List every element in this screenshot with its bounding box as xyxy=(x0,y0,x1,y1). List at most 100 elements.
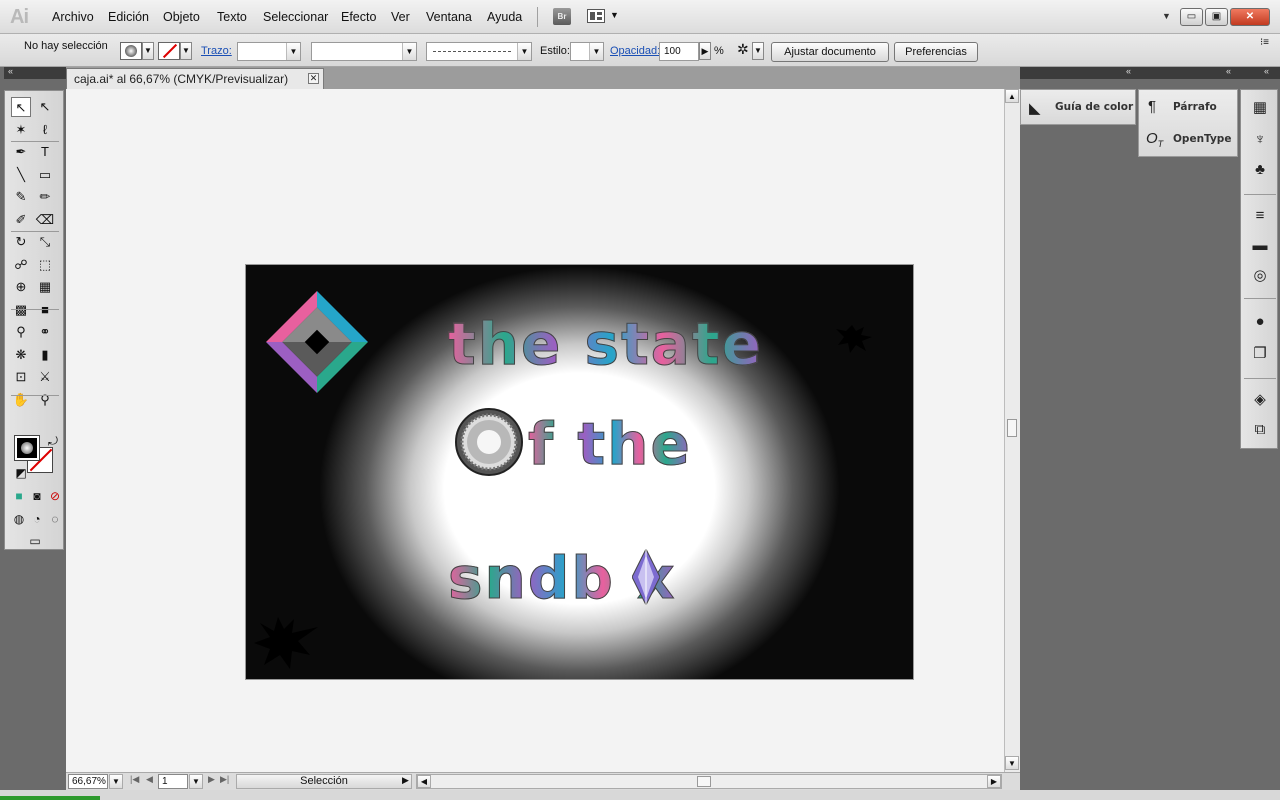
document-tab[interactable]: caja.ai* al 66,67% (CMYK/Previsualizar) … xyxy=(66,68,324,89)
chevron-down-icon[interactable]: ▼ xyxy=(610,10,619,20)
collapse-icon[interactable]: « xyxy=(8,66,13,76)
column-graph-tool-icon[interactable]: ▮ xyxy=(35,345,55,365)
appearance-panel-icon[interactable]: ● xyxy=(1250,312,1270,332)
selection-tool-icon[interactable]: ↖ xyxy=(11,97,31,117)
free-transform-tool-icon[interactable]: ⬚ xyxy=(35,255,55,275)
menu-ver[interactable]: Ver xyxy=(391,10,410,24)
page-dropdown-icon[interactable]: ▼ xyxy=(189,774,203,789)
pencil-tool-icon[interactable]: ✏ xyxy=(35,187,55,207)
status-text-menu[interactable]: Selección xyxy=(236,774,412,789)
menu-ayuda[interactable]: Ayuda xyxy=(487,10,522,24)
panel-menu-icon[interactable]: ⁝≡ xyxy=(1260,37,1269,48)
pen-tool-icon[interactable]: ✒ xyxy=(11,142,31,162)
close-icon[interactable]: ✕ xyxy=(308,73,319,84)
artboards-panel-icon[interactable]: ⧉ xyxy=(1250,420,1270,440)
chevron-down-icon[interactable]: ▼ xyxy=(286,43,300,60)
none-mode-icon[interactable]: ⊘ xyxy=(47,486,63,506)
gradient-panel-icon[interactable]: ▬ xyxy=(1250,236,1270,256)
fill-swatch-control[interactable] xyxy=(120,42,142,60)
right-dock-header[interactable]: « « « xyxy=(1020,66,1280,79)
menu-objeto[interactable]: Objeto xyxy=(163,10,200,24)
collapse-icon[interactable]: « xyxy=(1226,66,1231,76)
symbol-sprayer-tool-icon[interactable]: ❋ xyxy=(11,345,31,365)
opacity-arrow-icon[interactable]: ▶ xyxy=(699,42,711,60)
line-tool-icon[interactable]: ╲ xyxy=(11,165,31,185)
scale-tool-icon[interactable]: ⤡ xyxy=(35,232,55,252)
color-guide-panel-tab[interactable]: ◣ Guía de color xyxy=(1020,89,1136,125)
vertical-scroll-thumb[interactable] xyxy=(1007,419,1017,437)
default-colors-icon[interactable]: ◩ xyxy=(13,463,29,483)
arrange-documents-icon[interactable] xyxy=(587,9,605,23)
graphic-style-combo[interactable]: ▼ xyxy=(570,42,604,61)
paintbrush-tool-icon[interactable]: ✎ xyxy=(11,187,31,207)
warp-tool-icon[interactable]: ☍ xyxy=(11,255,31,275)
stroke-panel-icon[interactable]: ≡ xyxy=(1250,206,1270,226)
slice-tool-icon[interactable]: ⚔ xyxy=(35,367,55,387)
brushes-panel-icon[interactable]: ♆ xyxy=(1250,130,1270,150)
hand-tool-icon[interactable]: ✋ xyxy=(11,390,31,410)
direct-selection-tool-icon[interactable]: ↖ xyxy=(35,97,55,117)
chevron-down-icon[interactable]: ▼ xyxy=(517,43,531,60)
scroll-right-icon[interactable]: ▶ xyxy=(987,775,1001,788)
screen-mode-icon[interactable]: ▭ xyxy=(27,531,43,551)
last-page-icon[interactable]: ▶| xyxy=(220,774,229,785)
workspace-switcher-arrow-icon[interactable]: ▼ xyxy=(1162,11,1171,21)
eraser-tool-icon[interactable]: ⌫ xyxy=(35,210,55,230)
horizontal-scroll-thumb[interactable] xyxy=(697,776,711,787)
page-field[interactable]: 1 xyxy=(158,774,188,789)
first-page-icon[interactable]: |◀ xyxy=(130,774,139,785)
layers-panel-icon[interactable]: ◈ xyxy=(1250,390,1270,410)
collapse-icon[interactable]: « xyxy=(1264,66,1269,76)
scroll-left-icon[interactable]: ◀ xyxy=(417,775,431,788)
vertical-scrollbar[interactable]: ▲ ▼ xyxy=(1004,89,1020,772)
rectangle-tool-icon[interactable]: ▭ xyxy=(35,165,55,185)
zoom-field[interactable]: 66,67% xyxy=(68,774,108,789)
graphic-styles-panel-icon[interactable]: ❐ xyxy=(1250,344,1270,364)
bridge-button[interactable]: Br xyxy=(553,8,571,25)
perspective-grid-tool-icon[interactable]: ▦ xyxy=(35,277,55,297)
swap-fill-stroke-icon[interactable]: ⤾ xyxy=(45,431,61,451)
menu-efecto[interactable]: Efecto xyxy=(341,10,376,24)
recolor-artwork-icon[interactable]: ✲ xyxy=(737,41,749,58)
status-menu-arrow-icon[interactable]: ▶ xyxy=(402,775,409,786)
stroke-dropdown-arrow-icon[interactable]: ▼ xyxy=(180,42,192,60)
type-tool-icon[interactable]: T xyxy=(35,142,55,162)
scroll-up-icon[interactable]: ▲ xyxy=(1005,89,1019,103)
transparency-panel-icon[interactable]: ◎ xyxy=(1250,266,1270,286)
shape-builder-tool-icon[interactable]: ⊕ xyxy=(11,277,31,297)
eyedropper-tool-icon[interactable]: ⚲ xyxy=(11,322,31,342)
menu-ventana[interactable]: Ventana xyxy=(426,10,472,24)
lasso-tool-icon[interactable]: ℓ xyxy=(35,120,55,140)
rotate-tool-icon[interactable]: ↻ xyxy=(11,232,31,252)
menu-archivo[interactable]: Archivo xyxy=(52,10,94,24)
opacity-input[interactable]: 100 xyxy=(659,42,699,61)
fit-document-button[interactable]: Ajustar documento xyxy=(771,42,889,62)
opacity-label-link[interactable]: Opacidad: xyxy=(610,45,660,57)
chevron-down-icon[interactable]: ▼ xyxy=(589,43,603,60)
next-page-icon[interactable]: ▶ xyxy=(208,774,215,785)
chevron-down-icon[interactable]: ▼ xyxy=(752,42,764,60)
zoom-dropdown-icon[interactable]: ▼ xyxy=(109,774,123,789)
artboard[interactable]: the state f the sndb x xyxy=(245,264,914,680)
horizontal-scrollbar[interactable]: ◀ ▶ xyxy=(416,774,1002,789)
blend-tool-icon[interactable]: ⚭ xyxy=(35,322,55,342)
variable-width-combo[interactable]: ▼ xyxy=(311,42,417,61)
draw-behind-icon[interactable]: ◔ xyxy=(29,509,45,529)
paragraph-panel-tab[interactable]: ¶ Párrafo xyxy=(1139,90,1237,123)
opentype-panel-tab[interactable]: OT OpenType xyxy=(1139,123,1237,156)
draw-inside-icon[interactable]: ◌ xyxy=(47,509,63,529)
menu-seleccionar[interactable]: Seleccionar xyxy=(263,10,328,24)
color-mode-icon[interactable]: ■ xyxy=(11,486,27,506)
fill-dropdown-arrow-icon[interactable]: ▼ xyxy=(142,42,154,60)
scroll-down-icon[interactable]: ▼ xyxy=(1005,756,1019,770)
tools-panel-header[interactable]: « xyxy=(4,66,66,79)
stroke-label-link[interactable]: Trazo: xyxy=(201,45,232,57)
stroke-weight-combo[interactable]: ▼ xyxy=(237,42,301,61)
zoom-tool-icon[interactable]: ⚲ xyxy=(35,390,55,410)
preferences-button[interactable]: Preferencias xyxy=(894,42,978,62)
menu-edicion[interactable]: Edición xyxy=(108,10,149,24)
artboard-tool-icon[interactable]: ⊡ xyxy=(11,367,31,387)
draw-normal-icon[interactable]: ◍ xyxy=(11,509,27,529)
gradient-mode-icon[interactable]: ◙ xyxy=(29,486,45,506)
restore-button[interactable]: ▣ xyxy=(1205,8,1228,26)
